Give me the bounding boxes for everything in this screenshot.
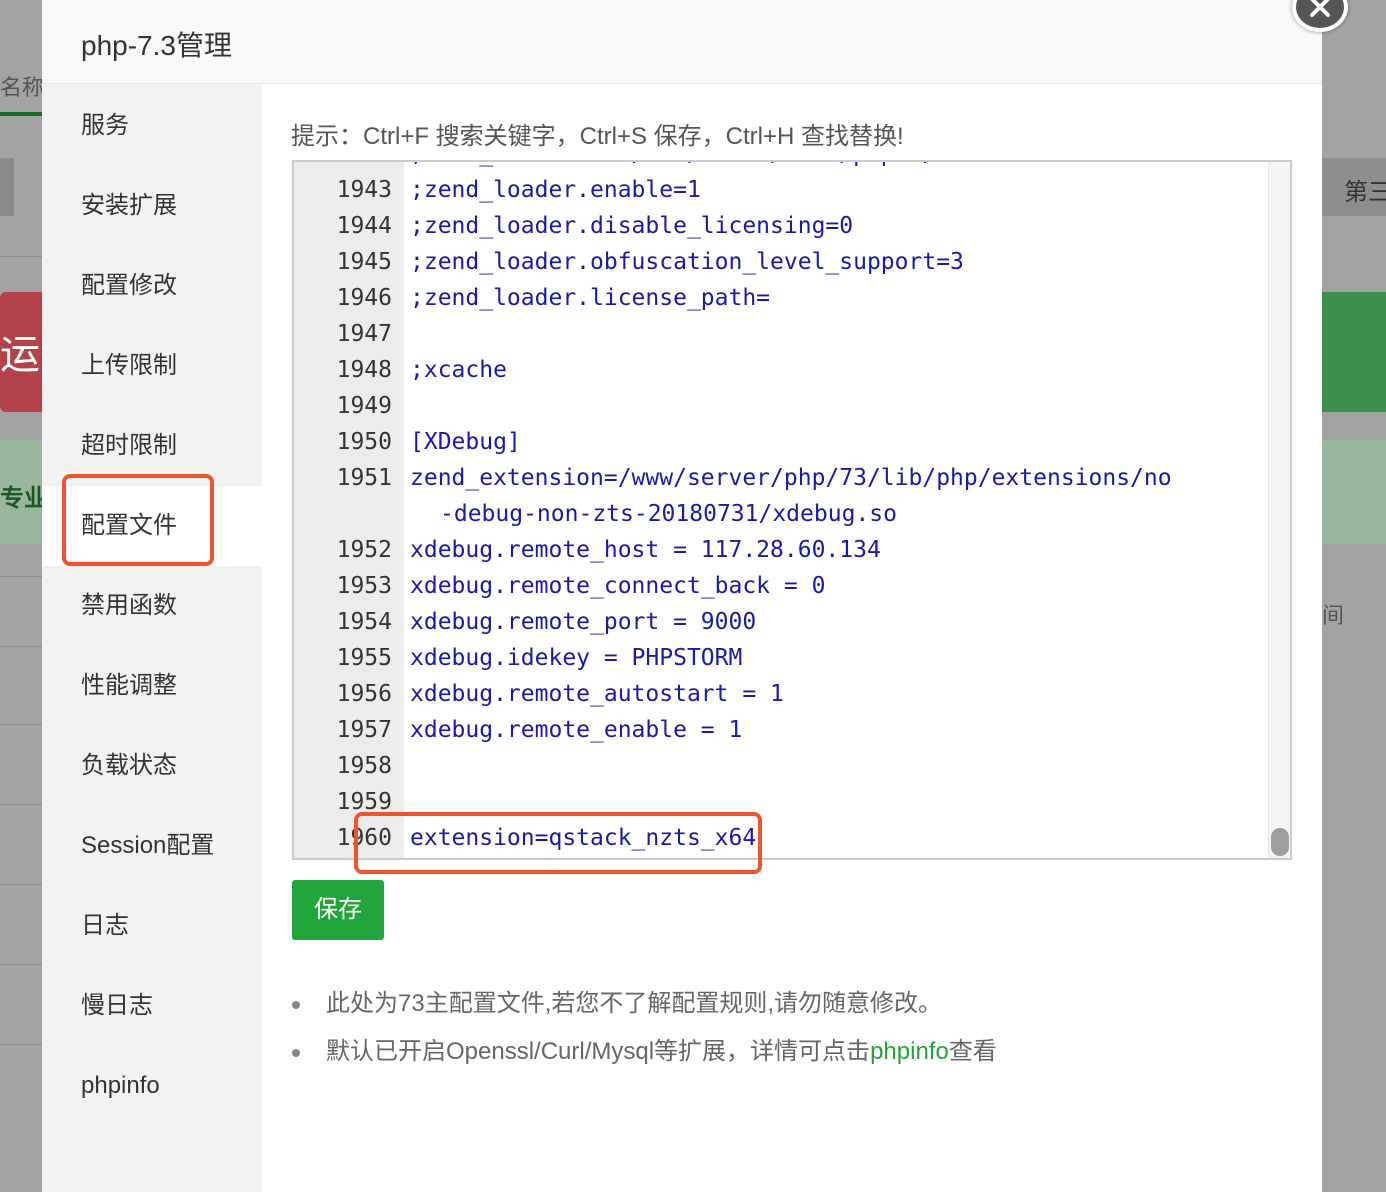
php-manage-dialog: php-7.3管理 服务 安装扩展 配置修改 上传限制 超时限制 配置文件 禁用… bbox=[42, 0, 1322, 1192]
line-number: 1950 bbox=[336, 429, 392, 455]
sidebar-item-session-config[interactable]: Session配置 bbox=[42, 806, 262, 886]
code-line[interactable]: 1944 ;zend_loader.disable_licensing=0 bbox=[294, 208, 1274, 244]
line-number: 1942 bbox=[294, 162, 392, 172]
line-code: xdebug.remote_connect_back = 0 bbox=[410, 573, 826, 599]
line-number: 1949 bbox=[336, 393, 392, 419]
sidebar-item-load-status[interactable]: 负载状态 bbox=[42, 726, 262, 806]
code-line[interactable]: 1952 xdebug.remote_host = 117.28.60.134 bbox=[294, 532, 1274, 568]
note-item: 此处为73主配置文件,若您不了解配置规则,请勿随意修改。 bbox=[292, 980, 1292, 1028]
line-number: 1958 bbox=[336, 753, 392, 779]
editor-scrollbar-thumb[interactable] bbox=[1271, 828, 1289, 856]
note-text: 此处为73主配置文件,若您不了解配置规则,请勿随意修改。 bbox=[326, 990, 943, 1017]
line-number: 1951 bbox=[336, 465, 392, 491]
line-code: [XDebug] bbox=[410, 429, 521, 455]
code-line[interactable]: 1954 xdebug.remote_port = 9000 bbox=[294, 604, 1274, 640]
line-code: ;zend_loader.obfuscation_level_support=3 bbox=[410, 249, 964, 275]
line-code-wrapped: -debug-non-zts-20180731/xdebug.so bbox=[440, 501, 897, 527]
line-code: ;zend_loader.license_path= bbox=[410, 285, 771, 311]
sidebar-item-config-modify[interactable]: 配置修改 bbox=[42, 246, 262, 326]
note-item: 默认已开启Openssl/Curl/Mysql等扩展，详情可点击phpinfo查… bbox=[292, 1028, 1292, 1076]
line-number: 1959 bbox=[336, 789, 392, 815]
code-line[interactable]: 1945 ;zend_loader.obfuscation_level_suppo… bbox=[294, 244, 1274, 280]
dialog-title: php-7.3管理 bbox=[81, 30, 232, 61]
code-line[interactable]: 1951 zend_extension=/www/server/php/73/li… bbox=[294, 460, 1274, 532]
note-text-suffix: 查看 bbox=[948, 1038, 997, 1065]
config-file-panel: 提示：Ctrl+F 搜索关键字，Ctrl+S 保存，Ctrl+H 查找替换! 1… bbox=[262, 84, 1322, 1192]
code-line[interactable]: 1942 ;zend_extension=/usr/local/zend/php7… bbox=[294, 162, 1274, 172]
line-number: 1960 bbox=[336, 825, 392, 851]
line-code: ;xcache bbox=[410, 357, 507, 383]
line-code: xdebug.remote_host = 117.28.60.134 bbox=[410, 537, 881, 563]
line-code: xdebug.remote_port = 9000 bbox=[410, 609, 757, 635]
note-text-prefix: 默认已开启Openssl/Curl/Mysql等扩展，详情可点击 bbox=[326, 1038, 871, 1065]
editor-scrollbar[interactable] bbox=[1268, 162, 1290, 858]
line-code: xdebug.remote_enable = 1 bbox=[410, 717, 743, 743]
close-icon bbox=[1310, 0, 1330, 17]
code-line[interactable]: 1958 bbox=[294, 748, 1274, 784]
code-line[interactable]: 1955 xdebug.idekey = PHPSTORM bbox=[294, 640, 1274, 676]
background-tab-underline bbox=[0, 112, 42, 116]
dialog-header: php-7.3管理 bbox=[42, 0, 1322, 84]
line-number: 1945 bbox=[336, 249, 392, 275]
line-code: xdebug.idekey = PHPSTORM bbox=[410, 645, 743, 671]
line-number: 1948 bbox=[336, 357, 392, 383]
line-number: 1943 bbox=[336, 177, 392, 203]
line-number: 1953 bbox=[336, 573, 392, 599]
line-number: 1955 bbox=[336, 645, 392, 671]
line-code-text: zend_extension=/www/server/php/73/lib/ph… bbox=[410, 465, 1172, 491]
background-green-card bbox=[1322, 292, 1386, 412]
line-code: ;zend_extension=/usr/local/zend/php72/Ze… bbox=[410, 162, 1185, 172]
bullet-icon bbox=[292, 1001, 300, 1009]
line-number: 1956 bbox=[336, 681, 392, 707]
code-line[interactable]: 1947 bbox=[294, 316, 1274, 352]
phpinfo-link[interactable]: phpinfo bbox=[870, 1038, 949, 1065]
sidebar-item-performance-tuning[interactable]: 性能调整 bbox=[42, 646, 262, 726]
background-name-label: 名称 bbox=[0, 75, 42, 100]
sidebar-item-install-extensions[interactable]: 安装扩展 bbox=[42, 166, 262, 246]
code-line[interactable]: 1948 ;xcache bbox=[294, 352, 1274, 388]
sidebar-item-timeout-limit[interactable]: 超时限制 bbox=[42, 406, 262, 486]
line-code: ;zend_loader.disable_licensing=0 bbox=[410, 213, 854, 239]
sidebar-item-config-file[interactable]: 配置文件 bbox=[42, 486, 262, 566]
code-line[interactable]: 1950 [XDebug] bbox=[294, 424, 1274, 460]
sidebar-item-upload-limit[interactable]: 上传限制 bbox=[42, 326, 262, 406]
shortcut-hint: 提示：Ctrl+F 搜索关键字，Ctrl+S 保存，Ctrl+H 查找替换! bbox=[291, 123, 904, 150]
line-code: extension=qstack_nzts_x64 bbox=[410, 825, 757, 851]
sidebar-item-log[interactable]: 日志 bbox=[42, 886, 262, 966]
dialog-sidebar: 服务 安装扩展 配置修改 上传限制 超时限制 配置文件 禁用函数 性能调整 负载… bbox=[42, 84, 262, 1192]
code-line[interactable]: 1959 bbox=[294, 784, 1274, 820]
bullet-icon bbox=[292, 1049, 300, 1057]
sidebar-item-slow-log[interactable]: 慢日志 bbox=[42, 966, 262, 1046]
code-line[interactable]: 1960 extension=qstack_nzts_x64 bbox=[294, 820, 1274, 856]
config-code-editor[interactable]: 1942 ;zend_extension=/usr/local/zend/php7… bbox=[292, 160, 1292, 860]
sidebar-item-phpinfo[interactable]: phpinfo bbox=[42, 1046, 262, 1126]
background-pale-banner bbox=[1322, 440, 1386, 544]
background-block bbox=[0, 158, 14, 216]
line-number: 1957 bbox=[336, 717, 392, 743]
background-right-label: 第三 bbox=[1344, 179, 1386, 206]
code-lines: 1942 ;zend_extension=/usr/local/zend/php7… bbox=[294, 162, 1274, 856]
code-line[interactable]: 1943 ;zend_loader.enable=1 bbox=[294, 172, 1274, 208]
line-number: 1946 bbox=[336, 285, 392, 311]
line-number: 1954 bbox=[336, 609, 392, 635]
background-red-card-label: 运 bbox=[0, 333, 40, 377]
code-line[interactable]: 1949 bbox=[294, 388, 1274, 424]
background-green-banner-label: 专业 bbox=[0, 485, 42, 512]
line-code: ;zend_loader.enable=1 bbox=[410, 177, 701, 203]
sidebar-item-disabled-functions[interactable]: 禁用函数 bbox=[42, 566, 262, 646]
line-code: zend_extension=/www/server/php/73/lib/ph… bbox=[410, 460, 1172, 532]
code-line[interactable]: 1953 xdebug.remote_connect_back = 0 bbox=[294, 568, 1274, 604]
line-number: 1952 bbox=[336, 537, 392, 563]
line-code: xdebug.remote_autostart = 1 bbox=[410, 681, 784, 707]
save-button[interactable]: 保存 bbox=[292, 880, 384, 940]
line-number: 1947 bbox=[336, 321, 392, 347]
code-line[interactable]: 1957 xdebug.remote_enable = 1 bbox=[294, 712, 1274, 748]
help-notes: 此处为73主配置文件,若您不了解配置规则,请勿随意修改。 默认已开启Openss… bbox=[292, 980, 1292, 1076]
line-number: 1944 bbox=[336, 213, 392, 239]
code-line[interactable]: 1956 xdebug.remote_autostart = 1 bbox=[294, 676, 1274, 712]
code-line[interactable]: 1946 ;zend_loader.license_path= bbox=[294, 280, 1274, 316]
sidebar-item-service[interactable]: 服务 bbox=[42, 86, 262, 166]
background-right-label-2: 间 bbox=[1322, 603, 1342, 628]
